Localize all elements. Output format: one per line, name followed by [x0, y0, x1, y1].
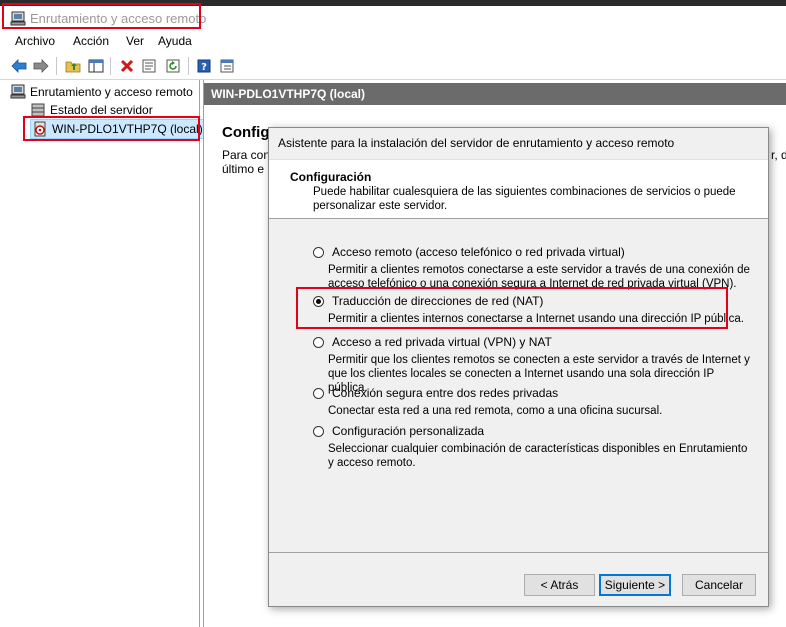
forward-arrow-icon[interactable]: [31, 56, 51, 76]
toolbar-separator: [56, 57, 57, 75]
radio-secure-connection[interactable]: [313, 387, 324, 399]
option-secure-connection-desc: Conectar esta red a una red remota, como…: [328, 405, 663, 417]
properties-icon[interactable]: [139, 56, 159, 76]
svg-text:?: ?: [201, 62, 207, 73]
toolbar: ?: [0, 53, 786, 79]
toolbar-separator: [110, 57, 111, 75]
details-heading: Configurar Enrutamiento y acceso remoto: [222, 124, 272, 141]
toolbar-separator: [188, 57, 189, 75]
option-vpn-nat-label[interactable]: Acceso a red privada virtual (VPN) y NAT: [332, 335, 552, 349]
highlight-box-title: [2, 3, 201, 29]
tree-server-status-label: Estado del servidor: [50, 103, 153, 117]
server-tree-icon: [10, 84, 26, 100]
menu-bar: Archivo Acción Ver Ayuda: [0, 32, 786, 52]
option-custom-config[interactable]: Configuración personalizada Seleccionar …: [313, 424, 753, 470]
radio-custom-config[interactable]: [313, 425, 324, 437]
refresh-icon[interactable]: [163, 56, 183, 76]
option-custom-config-label[interactable]: Configuración personalizada: [332, 424, 484, 438]
back-button[interactable]: < Atrás: [524, 574, 595, 596]
option-remote-access-label[interactable]: Acceso remoto (acceso telefónico o red p…: [332, 245, 625, 259]
option-remote-access[interactable]: Acceso remoto (acceso telefónico o red p…: [313, 245, 753, 291]
option-custom-config-desc: Seleccionar cualquier combinación de car…: [328, 443, 748, 469]
details-header: WIN-PDLO1VTHP7Q (local): [204, 83, 786, 105]
menu-ver[interactable]: Ver: [126, 34, 144, 48]
section-description: Puede habilitar cualesquiera de las sigu…: [313, 186, 736, 212]
help-icon[interactable]: ?: [194, 56, 214, 76]
setup-wizard-dialog: Asistente para la instalación del servid…: [268, 127, 769, 607]
details-text-line1: Para configurar: [222, 148, 270, 162]
dialog-header: Configuración Puede habilitar cualesquie…: [269, 159, 768, 219]
cancel-button[interactable]: Cancelar: [682, 574, 756, 596]
up-folder-icon[interactable]: [63, 56, 83, 76]
tree-root[interactable]: Enrutamiento y acceso remoto: [10, 84, 193, 100]
highlight-box-server-node: [23, 116, 200, 141]
radio-remote-access[interactable]: [313, 246, 324, 258]
dialog-footer-divider: [269, 552, 768, 553]
menu-accion[interactable]: Acción: [73, 34, 109, 48]
highlight-box-nat-option: [296, 287, 728, 329]
options-area: Acceso remoto (acceso telefónico o red p…: [269, 220, 768, 552]
details-text-line1-tail: r, d: [771, 148, 786, 162]
next-button[interactable]: Siguiente >: [599, 574, 671, 596]
details-text-line2: último e: [222, 162, 265, 176]
back-arrow-icon[interactable]: [9, 56, 29, 76]
menu-archivo[interactable]: Archivo: [15, 34, 55, 48]
tree-root-label: Enrutamiento y acceso remoto: [30, 85, 193, 99]
option-secure-connection[interactable]: Conexión segura entre dos redes privadas…: [313, 386, 753, 418]
console-tree: Enrutamiento y acceso remoto Estado del …: [0, 80, 207, 627]
show-hide-tree-icon[interactable]: [86, 56, 106, 76]
view-icon[interactable]: [217, 56, 237, 76]
delete-icon[interactable]: [117, 56, 137, 76]
menu-ayuda[interactable]: Ayuda: [158, 34, 192, 48]
section-title: Configuración: [290, 170, 372, 184]
dialog-title: Asistente para la instalación del servid…: [278, 136, 675, 150]
radio-vpn-nat[interactable]: [313, 336, 324, 348]
option-secure-connection-label[interactable]: Conexión segura entre dos redes privadas: [332, 386, 558, 400]
